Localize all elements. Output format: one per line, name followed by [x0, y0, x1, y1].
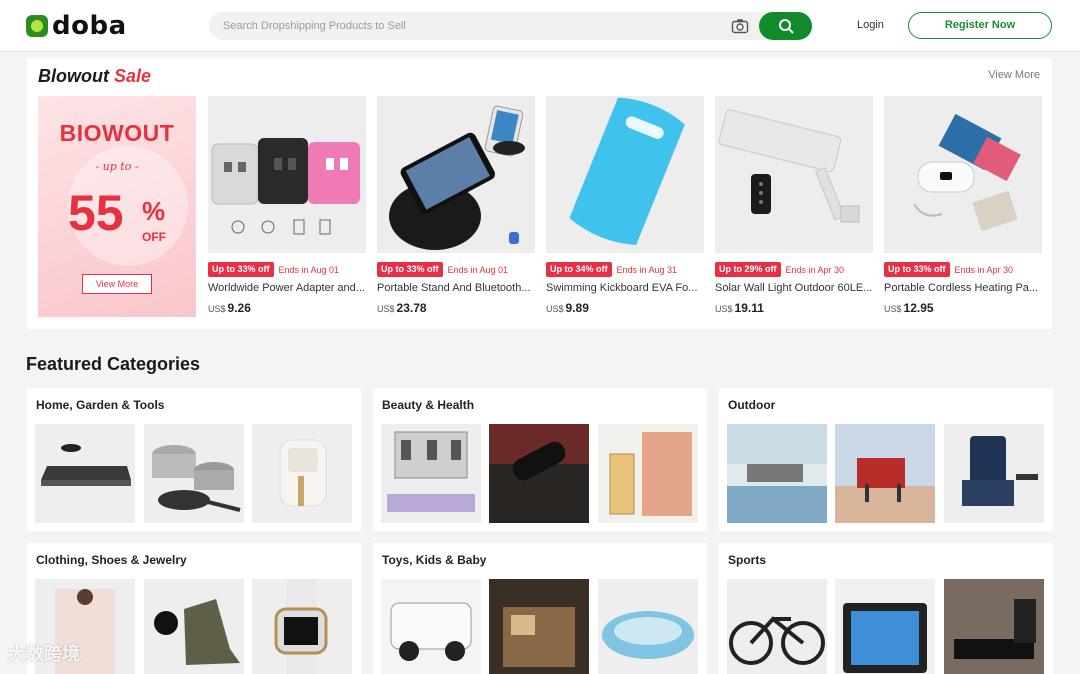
price-value: 9.26 — [227, 301, 251, 315]
category-image[interactable] — [252, 424, 352, 523]
price-value: 19.11 — [734, 301, 764, 315]
deal-end-date: Ends in Apr 30 — [954, 264, 1014, 275]
discount-badge: Up to 33% off — [208, 262, 274, 277]
logo-text: doba — [52, 11, 127, 41]
deal-end-date: Ends in Aug 01 — [278, 264, 340, 275]
currency: US$ — [546, 304, 564, 314]
category-image[interactable] — [944, 424, 1044, 523]
search-button[interactable] — [759, 12, 812, 40]
promo-percent: 55 — [68, 185, 124, 241]
search-input[interactable] — [223, 12, 723, 40]
product-card[interactable]: Up to 34% off Ends in Aug 31 Swimming Ki… — [546, 96, 704, 318]
product-card[interactable]: Up to 33% off Ends in Apr 30 Portable Co… — [884, 96, 1042, 318]
category-image[interactable] — [252, 579, 352, 674]
featured-categories-title: Featured Categories — [26, 354, 201, 374]
title-main: Blowout — [38, 66, 109, 86]
product-price: US$ 9.26 — [208, 301, 251, 315]
category-title[interactable]: Home, Garden & Tools — [36, 398, 164, 412]
currency: US$ — [884, 304, 902, 314]
currency: US$ — [208, 304, 226, 314]
category-title[interactable]: Clothing, Shoes & Jewelry — [36, 553, 187, 567]
price-value: 23.78 — [396, 301, 427, 315]
search-icon — [779, 19, 794, 34]
discount-badge: Up to 29% off — [715, 262, 781, 277]
category-image[interactable] — [944, 579, 1044, 674]
watermark-text: 大数跨境 — [8, 644, 80, 664]
category-image[interactable] — [598, 424, 698, 523]
product-price: US$ 19.11 — [715, 301, 764, 315]
blowout-sale-section: Blowout Sale View More BIOWOUT - up to -… — [27, 58, 1052, 329]
search-bar — [209, 12, 812, 40]
discount-badge: Up to 33% off — [377, 262, 443, 277]
deal-row: Up to 33% off Ends in Aug 01 — [208, 262, 339, 277]
register-button[interactable]: Register Now — [908, 12, 1052, 39]
promo-off: OFF — [142, 230, 166, 244]
category-image[interactable] — [489, 579, 589, 674]
category-title[interactable]: Sports — [728, 553, 766, 567]
category-image[interactable] — [381, 579, 481, 674]
deal-row: Up to 34% off Ends in Aug 31 — [546, 262, 677, 277]
category-card-outdoor[interactable]: Outdoor — [719, 388, 1053, 531]
category-card-beauty-health[interactable]: Beauty & Health — [373, 388, 707, 531]
category-image[interactable] — [144, 424, 244, 523]
category-image[interactable] — [381, 424, 481, 523]
deal-row: Up to 33% off Ends in Aug 01 — [377, 262, 508, 277]
promo-banner[interactable]: BIOWOUT - up to - 55 % OFF View More — [38, 96, 196, 317]
category-card-toys-kids[interactable]: Toys, Kids & Baby — [373, 543, 707, 674]
currency: US$ — [377, 304, 395, 314]
section-title: Blowout Sale — [38, 66, 151, 87]
category-image[interactable] — [835, 579, 935, 674]
product-card[interactable]: Up to 29% off Ends in Apr 30 Solar Wall … — [715, 96, 873, 318]
product-image[interactable] — [377, 96, 535, 253]
promo-view-more-button[interactable]: View More — [82, 274, 152, 294]
product-name[interactable]: Portable Cordless Heating Pa... — [884, 282, 1042, 294]
product-card[interactable]: Up to 33% off Ends in Aug 01 Portable St… — [377, 96, 535, 318]
deal-row: Up to 29% off Ends in Apr 30 — [715, 262, 844, 277]
title-accent: Sale — [114, 66, 152, 86]
product-price: US$ 12.95 — [884, 301, 934, 315]
promo-upto: - up to - — [95, 160, 139, 173]
product-card[interactable]: Up to 33% off Ends in Aug 01 Worldwide P… — [208, 96, 366, 318]
deal-end-date: Ends in Apr 30 — [785, 264, 845, 275]
category-card-sports[interactable]: Sports — [719, 543, 1053, 674]
category-title[interactable]: Beauty & Health — [382, 398, 474, 412]
logo-mark-icon — [26, 15, 48, 37]
price-value: 9.89 — [565, 301, 589, 315]
deal-end-date: Ends in Aug 01 — [447, 264, 509, 275]
product-name[interactable]: Swimming Kickboard EVA Fo... — [546, 282, 704, 294]
deal-row: Up to 33% off Ends in Apr 30 — [884, 262, 1013, 277]
category-card-home-garden[interactable]: Home, Garden & Tools — [27, 388, 361, 531]
product-name[interactable]: Solar Wall Light Outdoor 60LE... — [715, 282, 873, 294]
product-price: US$ 23.78 — [377, 301, 427, 315]
deal-end-date: Ends in Aug 31 — [616, 264, 678, 275]
category-image[interactable] — [727, 424, 827, 523]
product-image[interactable] — [208, 96, 366, 253]
doba-logo[interactable]: doba — [26, 13, 127, 39]
camera-search-icon[interactable] — [731, 18, 749, 34]
discount-badge: Up to 33% off — [884, 262, 950, 277]
discount-badge: Up to 34% off — [546, 262, 612, 277]
product-image[interactable] — [884, 96, 1042, 253]
category-image[interactable] — [598, 579, 698, 674]
product-price: US$ 9.89 — [546, 301, 589, 315]
top-header: doba Login Register Now — [0, 0, 1080, 52]
category-image[interactable] — [144, 579, 244, 674]
category-title[interactable]: Toys, Kids & Baby — [382, 553, 486, 567]
price-value: 12.95 — [903, 301, 934, 315]
promo-percent-sign: % — [142, 196, 166, 226]
view-more-link[interactable]: View More — [988, 69, 1040, 81]
currency: US$ — [715, 304, 733, 314]
promo-title: BIOWOUT — [59, 120, 175, 146]
category-image[interactable] — [489, 424, 589, 523]
login-link[interactable]: Login — [857, 19, 884, 31]
category-image[interactable] — [727, 579, 827, 674]
product-image[interactable] — [546, 96, 704, 253]
category-image[interactable] — [835, 424, 935, 523]
product-image[interactable] — [715, 96, 873, 253]
category-image[interactable] — [35, 424, 135, 523]
product-name[interactable]: Worldwide Power Adapter and... — [208, 282, 366, 294]
product-name[interactable]: Portable Stand And Bluetooth... — [377, 282, 535, 294]
category-title[interactable]: Outdoor — [728, 398, 775, 412]
